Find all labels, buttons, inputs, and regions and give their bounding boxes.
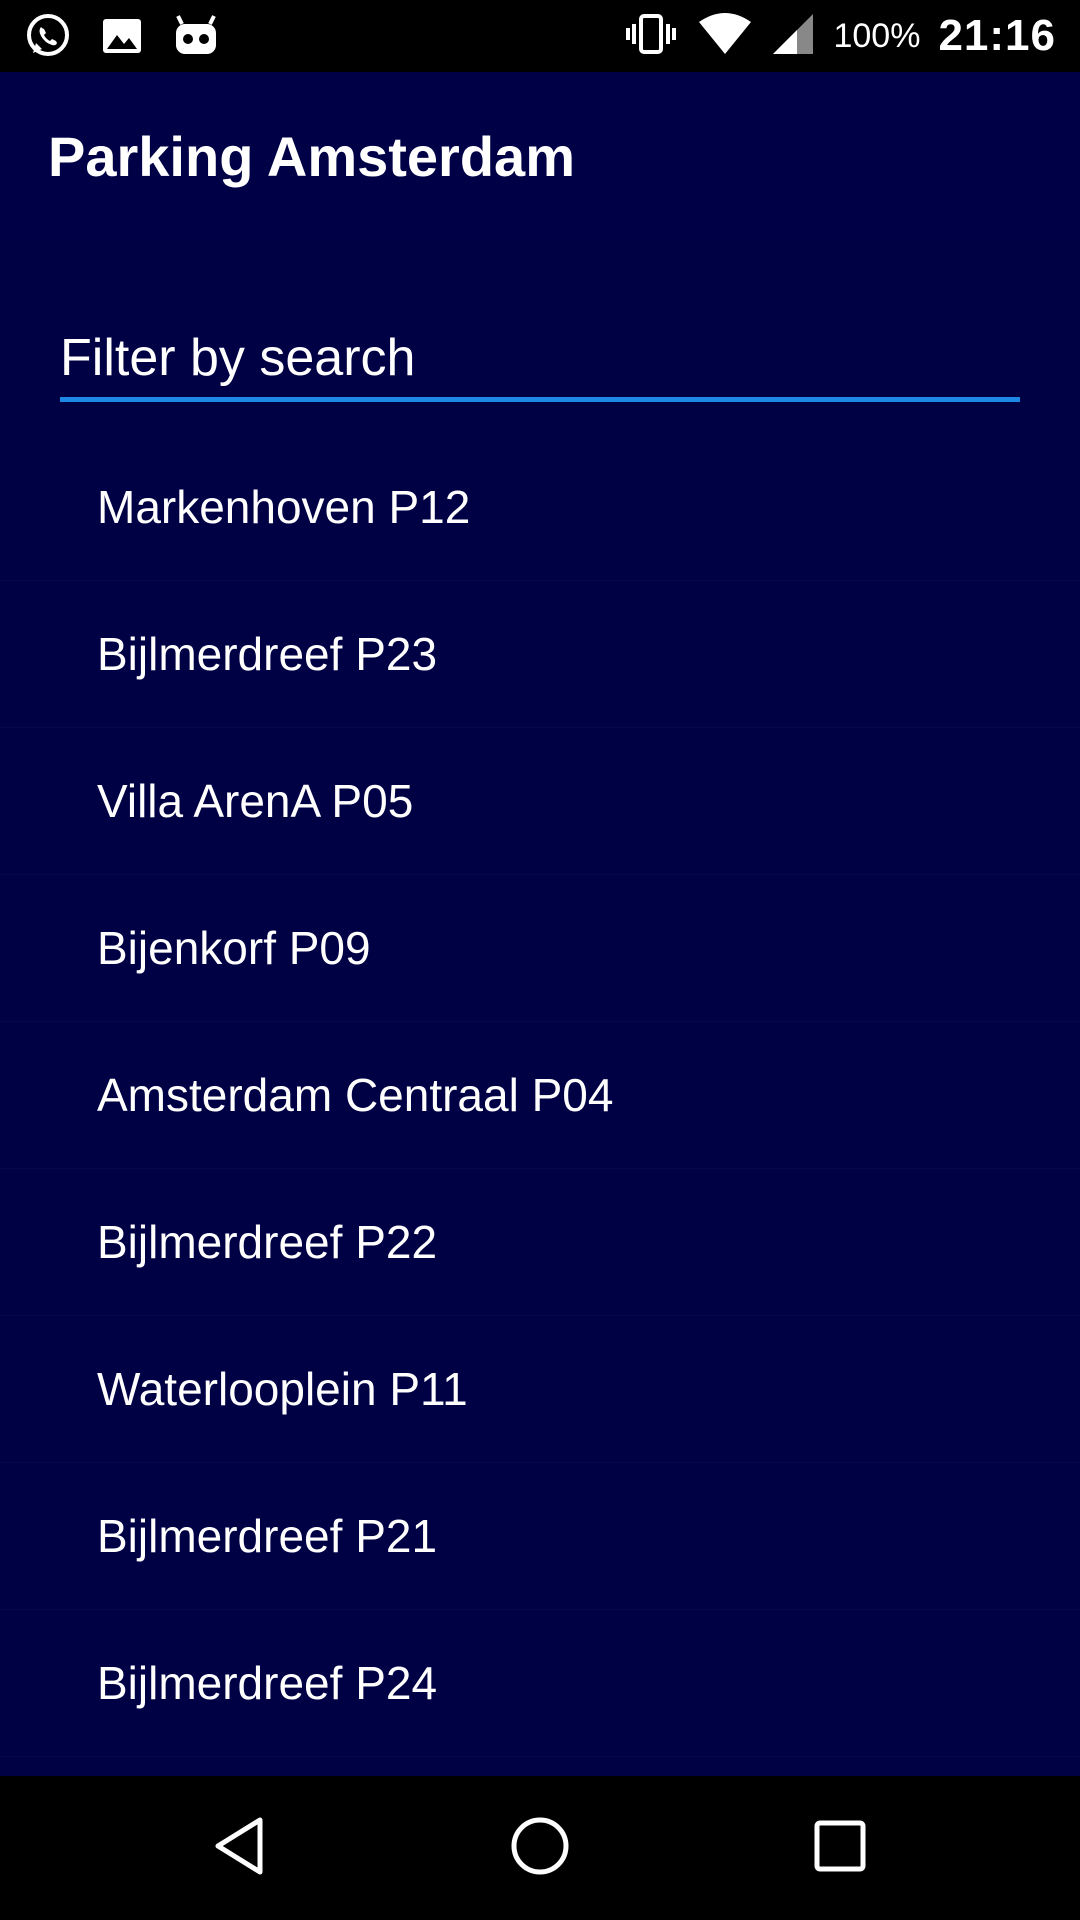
status-bar: 100% 21:16	[0, 0, 1080, 72]
list-item[interactable]: Amsterdam Centraal P04	[0, 1022, 1080, 1169]
whatsapp-icon	[24, 12, 72, 60]
search-input[interactable]	[60, 320, 1020, 396]
back-button[interactable]	[160, 1776, 320, 1920]
main-content: Markenhoven P12 Bijlmerdreef P23 Villa A…	[0, 242, 1080, 1776]
status-bar-notifications	[24, 0, 220, 72]
list-item[interactable]: Bijlmerdreef P21	[0, 1463, 1080, 1610]
clock: 21:16	[938, 11, 1056, 60]
list-item-label: Bijlmerdreef P21	[97, 1510, 438, 1562]
list-item[interactable]: Waterlooplein P11	[0, 1316, 1080, 1463]
wifi-icon	[697, 12, 753, 61]
list-item[interactable]: Bijlmerdreef P24	[0, 1610, 1080, 1757]
parking-list: Markenhoven P12 Bijlmerdreef P23 Villa A…	[0, 434, 1080, 1757]
home-button[interactable]	[460, 1776, 620, 1920]
list-item[interactable]: Villa ArenA P05	[0, 728, 1080, 875]
search-field[interactable]	[60, 320, 1020, 402]
list-item-label: Markenhoven P12	[97, 481, 471, 533]
recents-icon	[810, 1816, 870, 1881]
list-item[interactable]: Markenhoven P12	[0, 434, 1080, 581]
back-icon	[210, 1814, 270, 1883]
robot-icon	[172, 14, 220, 58]
list-item-label: Waterlooplein P11	[97, 1363, 468, 1415]
vibrate-icon	[623, 12, 679, 61]
battery-level: 100%	[833, 16, 921, 55]
list-item[interactable]: Bijenkorf P09	[0, 875, 1080, 1022]
list-item-label: Villa ArenA P05	[97, 775, 414, 827]
status-bar-system: 100% 21:16	[623, 0, 1056, 72]
image-icon	[100, 14, 144, 58]
app-bar: Parking Amsterdam	[0, 72, 1080, 242]
signal-icon	[771, 12, 815, 61]
list-item-label: Bijenkorf P09	[97, 922, 371, 974]
home-icon	[508, 1814, 572, 1883]
list-item-label: Bijlmerdreef P24	[97, 1657, 438, 1709]
list-item[interactable]: Bijlmerdreef P23	[0, 581, 1080, 728]
navigation-bar	[0, 1776, 1080, 1920]
recents-button[interactable]	[760, 1776, 920, 1920]
page-title: Parking Amsterdam	[48, 125, 575, 188]
list-item-label: Bijlmerdreef P23	[97, 628, 438, 680]
list-item-label: Amsterdam Centraal P04	[97, 1069, 614, 1121]
list-item-label: Bijlmerdreef P22	[97, 1216, 438, 1268]
list-item[interactable]: Bijlmerdreef P22	[0, 1169, 1080, 1316]
